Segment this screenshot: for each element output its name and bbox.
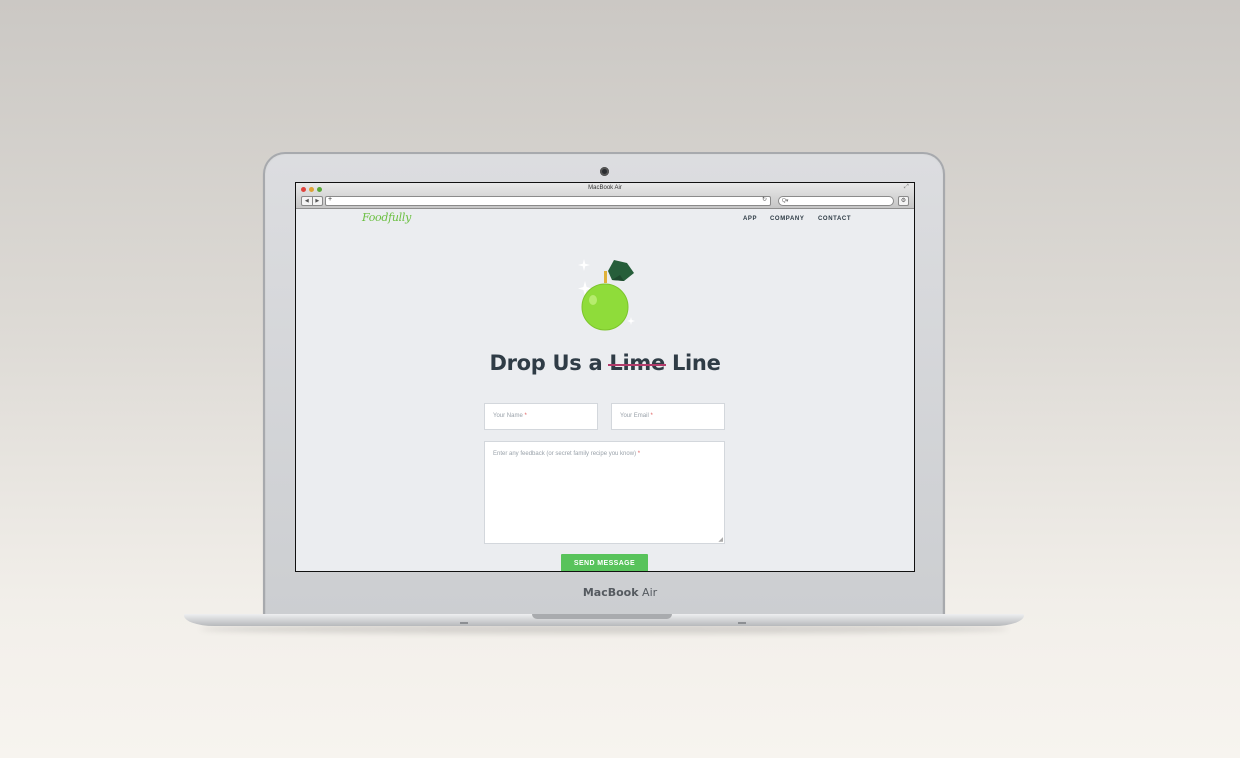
heading-part-1: Drop Us a [489,351,603,375]
nav-company-link[interactable]: COMPANY [770,216,804,222]
heading-struck-word: Lime [608,351,666,375]
browser-toolbar: MacBook Air ⤢ ◀ ▶ + ↻ Q▾ ⚙ [296,183,914,209]
history-buttons: ◀ ▶ [301,196,323,206]
nav-app-link[interactable]: APP [743,216,757,222]
hinge-notch [532,614,672,619]
base-foot [460,622,468,624]
resize-grip-icon[interactable]: ◢ [718,536,723,543]
base-foot [738,622,746,624]
back-button[interactable]: ◀ [302,197,312,205]
search-field[interactable]: Q▾ [778,196,894,206]
heading-part-2: Line [671,351,721,375]
browser-screen: MacBook Air ⤢ ◀ ▶ + ↻ Q▾ ⚙ Foodfully APP… [295,182,915,572]
page-heading: Drop Us a Lime Line [296,351,914,375]
forward-button[interactable]: ▶ [311,197,323,205]
web-page: Foodfully APP COMPANY CONTACT Drop Us a … [296,209,914,571]
name-placeholder: Your Name * [493,413,527,419]
settings-gear-icon[interactable]: ⚙ [898,196,909,206]
nav-contact-link[interactable]: CONTACT [818,216,851,222]
window-title: MacBook Air [588,185,622,191]
email-placeholder: Your Email * [620,413,653,419]
name-field[interactable]: Your Name * [484,403,598,430]
search-icon: Q▾ [782,198,789,204]
message-textarea[interactable]: Enter any feedback (or secret family rec… [484,441,725,544]
lime-stem [604,271,607,283]
site-logo[interactable]: Foodfully [362,211,411,224]
laptop-brand-label: MacBook Air [582,586,658,599]
email-field[interactable]: Your Email * [611,403,725,430]
reload-icon[interactable]: ↻ [762,196,767,203]
address-bar[interactable]: + ↻ [325,196,771,206]
new-tab-icon[interactable]: + [328,196,332,203]
lime-illustration [578,259,635,331]
message-placeholder: Enter any feedback (or secret family rec… [493,451,641,457]
send-message-button[interactable]: SEND MESSAGE [561,554,648,571]
camera-icon [600,167,609,176]
fullscreen-icon[interactable]: ⤢ [904,184,909,191]
